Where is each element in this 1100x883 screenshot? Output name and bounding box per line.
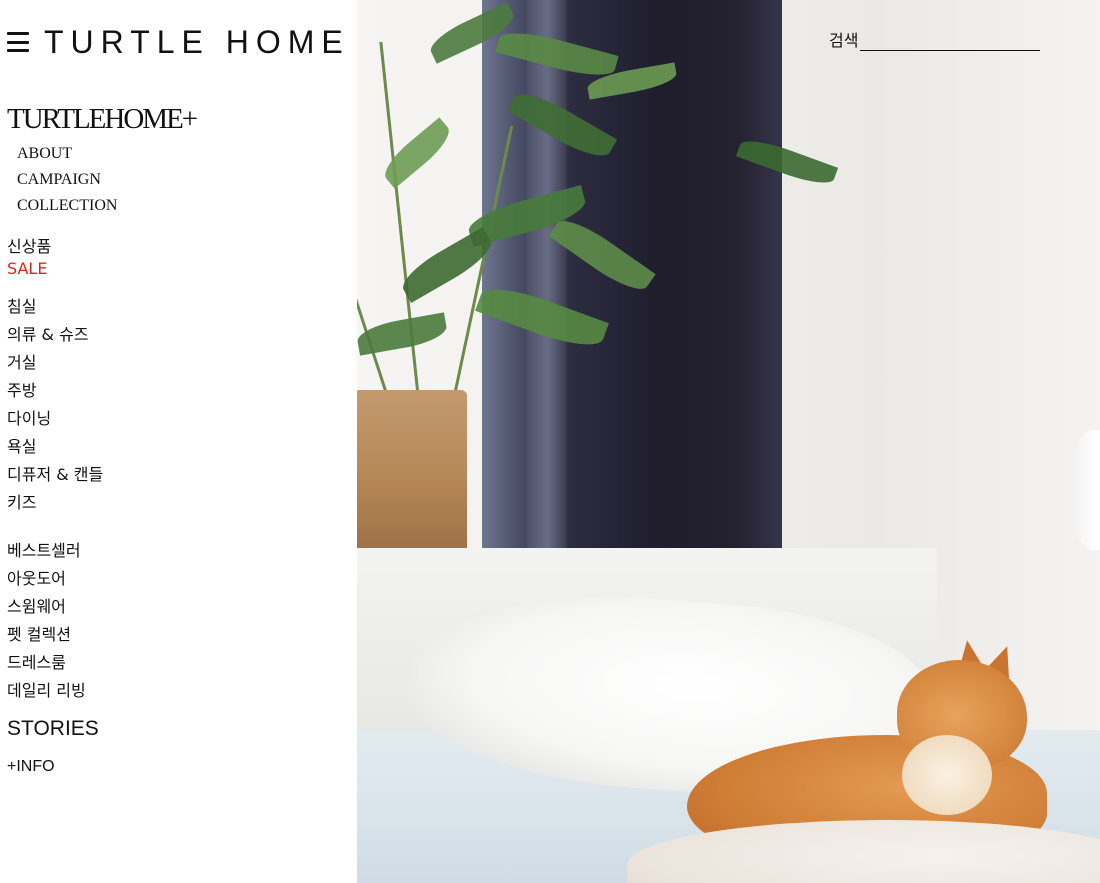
top-links: 신상품 SALE (7, 236, 51, 280)
menu-item-pet-collection[interactable]: 펫 컬렉션 (7, 623, 86, 651)
info-link[interactable]: +INFO (7, 758, 55, 776)
menu-item-bathroom[interactable]: 욕실 (7, 435, 103, 463)
featured-menu: 베스트셀러 아웃도어 스윔웨어 펫 컬렉션 드레스룸 데일리 리빙 (7, 539, 86, 707)
sidebar: TURTLE HOME TURTLEHOME+ ABOUT CAMPAIGN C… (0, 0, 357, 883)
menu-item-new-arrivals[interactable]: 신상품 (7, 236, 51, 258)
header-bar: TURTLE HOME (7, 22, 350, 62)
search-label: 검색 (829, 31, 859, 50)
stories-link[interactable]: STORIES (7, 717, 99, 741)
search-bar: 검색 (829, 30, 1041, 51)
menu-item-bestseller[interactable]: 베스트셀러 (7, 539, 86, 567)
menu-item-living-room[interactable]: 거실 (7, 351, 103, 379)
menu-item-daily-living[interactable]: 데일리 리빙 (7, 679, 86, 707)
menu-item-outdoor[interactable]: 아웃도어 (7, 567, 86, 595)
menu-item-dining[interactable]: 다이닝 (7, 407, 103, 435)
menu-item-diffuser-candle[interactable]: 디퓨저 & 캔들 (7, 463, 103, 491)
menu-item-about[interactable]: ABOUT (17, 144, 117, 170)
brand-logo[interactable]: TURTLE HOME (44, 24, 350, 61)
menu-item-kids[interactable]: 키즈 (7, 491, 103, 519)
category-menu: 침실 의류 & 슈즈 거실 주방 다이닝 욕실 디퓨저 & 캔들 키즈 (7, 295, 103, 519)
menu-item-campaign[interactable]: CAMPAIGN (17, 170, 117, 196)
menu-item-dressroom[interactable]: 드레스룸 (7, 651, 86, 679)
menu-item-bedroom[interactable]: 침실 (7, 295, 103, 323)
menu-item-clothing-shoes[interactable]: 의류 & 슈즈 (7, 323, 103, 351)
serif-menu: ABOUT CAMPAIGN COLLECTION (17, 144, 117, 222)
menu-item-swimwear[interactable]: 스윔웨어 (7, 595, 86, 623)
menu-item-collection[interactable]: COLLECTION (17, 196, 117, 222)
hero-image (357, 0, 1100, 883)
hamburger-icon[interactable] (7, 32, 29, 52)
menu-item-kitchen[interactable]: 주방 (7, 379, 103, 407)
menu-item-sale[interactable]: SALE (7, 258, 51, 280)
search-input[interactable] (860, 30, 1041, 51)
turtlehome-plus-logo[interactable]: TURTLEHOME+ (7, 103, 198, 136)
